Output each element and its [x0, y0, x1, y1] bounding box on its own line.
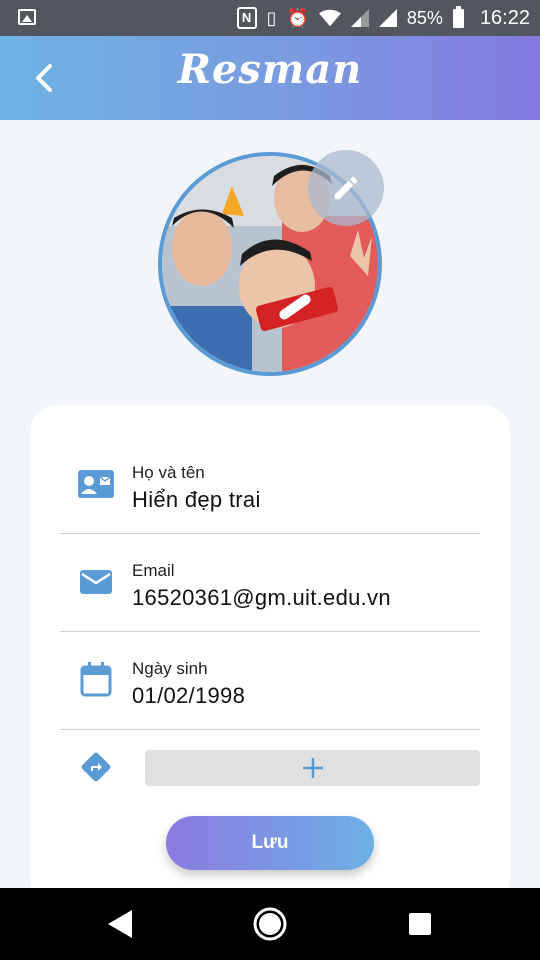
save-button[interactable]: Lưu [166, 816, 374, 870]
email-value[interactable]: 16520361@gm.uit.edu.vn [132, 585, 391, 611]
signal-icon [378, 9, 397, 27]
nfc-icon: N [236, 7, 257, 29]
email-field[interactable]: Email 16520361@gm.uit.edu.vn [60, 533, 480, 632]
battery-icon [452, 5, 464, 28]
plus-icon [302, 758, 323, 778]
status-bar: N ▯ ⏰ 85% 16:22 [0, 0, 540, 36]
home-nav-icon[interactable] [252, 906, 288, 942]
edit-avatar-button[interactable] [308, 150, 384, 226]
app-title: Resman [177, 46, 363, 93]
battery-percent: 85% [406, 7, 443, 28]
app-bar: Resman [0, 36, 540, 120]
contact-card-icon [78, 470, 114, 498]
profile-form-card: Họ và tên Hiển đẹp trai Email 16520361@g… [30, 405, 510, 905]
recents-nav-icon[interactable] [407, 911, 433, 937]
back-nav-icon[interactable] [104, 908, 136, 940]
vibrate-icon: ▯ [266, 8, 277, 28]
clock: 16:22 [479, 6, 530, 29]
name-value[interactable]: Hiển đẹp trai [132, 487, 261, 513]
name-field[interactable]: Họ và tên Hiển đẹp trai [60, 435, 480, 534]
navigation-bar [0, 888, 540, 960]
directions-icon [81, 752, 111, 782]
status-icons: N ▯ ⏰ 85% 16:22 [236, 0, 530, 36]
mail-icon [80, 570, 112, 594]
signal-icon [350, 9, 369, 27]
alarm-icon: ⏰ [286, 8, 309, 28]
wifi-icon [318, 9, 341, 27]
gallery-icon [18, 9, 36, 25]
birthday-label: Ngày sinh [132, 659, 208, 678]
address-row [60, 745, 480, 789]
name-label: Họ và tên [132, 463, 205, 482]
email-label: Email [132, 561, 175, 580]
birthday-value[interactable]: 01/02/1998 [132, 683, 245, 709]
calendar-icon [80, 662, 112, 697]
avatar-section [158, 150, 384, 376]
birthday-field[interactable]: Ngày sinh 01/02/1998 [60, 631, 480, 730]
pencil-icon [334, 176, 358, 200]
add-address-button[interactable] [145, 750, 480, 786]
